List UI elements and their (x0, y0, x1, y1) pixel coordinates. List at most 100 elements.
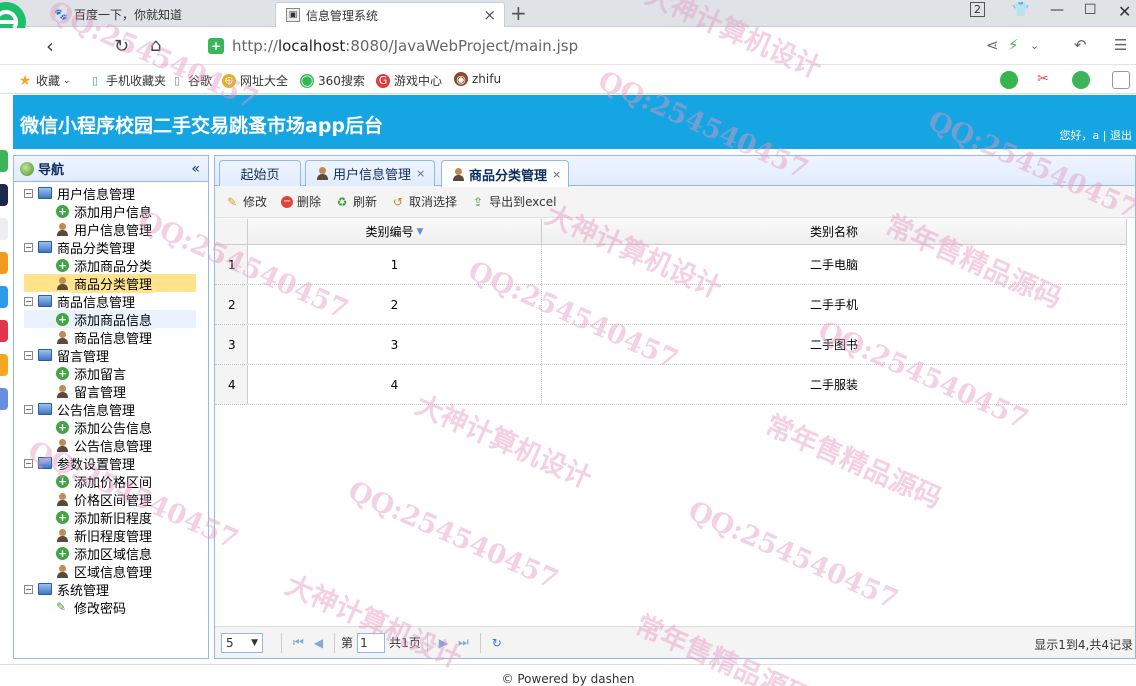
menu-icon[interactable]: ☰ (1114, 36, 1127, 54)
tab-count-badge[interactable]: 2 (970, 2, 985, 17)
edit-button[interactable]: ✎ 修改 (225, 193, 267, 210)
close-tab-icon[interactable]: × (483, 6, 496, 24)
first-page-icon[interactable]: ⏮ (293, 635, 304, 650)
cancel-select-button[interactable]: ↺ 取消选择 (391, 193, 457, 210)
collapse-node-icon[interactable]: − (24, 296, 33, 306)
page-size-select[interactable]: 5 ▼ (221, 632, 263, 653)
tree-item-condition-manage[interactable]: 新旧程度管理 (24, 526, 208, 545)
row-number: 3 (215, 325, 248, 364)
lightning-icon[interactable]: ⚡ (1008, 36, 1019, 54)
tree-group-message[interactable]: − 留言管理 (24, 346, 208, 365)
tree-item-product-manage[interactable]: 商品信息管理 (24, 328, 208, 347)
tree-group-product[interactable]: − 商品信息管理 (24, 292, 208, 311)
wechat-extension-icon[interactable] (1000, 71, 1018, 89)
cell-name: 二手手机 (542, 285, 1127, 324)
next-page-icon[interactable]: ▶ (439, 636, 448, 650)
tree-group-system[interactable]: − 系统管理 (24, 580, 208, 599)
skin-icon[interactable]: 👕 (1012, 2, 1029, 18)
bookmark-zhifu[interactable]: ◉ zhifu (454, 72, 501, 86)
tree-item-add-product[interactable]: + 添加商品信息 (24, 309, 196, 329)
computer-icon (38, 241, 52, 253)
tree-item-add-price-range[interactable]: + 添加价格区间 (24, 472, 208, 491)
cell-id: 4 (248, 365, 542, 404)
collapse-node-icon[interactable]: − (24, 458, 33, 468)
reload-icon[interactable]: ↻ (492, 636, 502, 650)
tab-home[interactable]: 起始页 (219, 160, 301, 186)
table-row[interactable]: 3 3 二手图书 (215, 325, 1127, 365)
nav-panel-header: 导航 « (14, 156, 208, 182)
page-number-input[interactable]: 1 (357, 632, 386, 653)
wallet-extension-icon[interactable] (1072, 71, 1090, 89)
collapse-panel-icon[interactable]: « (191, 161, 200, 177)
refresh-button[interactable]: ♻ 刷新 (335, 193, 377, 210)
table-row[interactable]: 2 2 二手手机 (215, 285, 1127, 325)
tree-group-category[interactable]: − 商品分类管理 (24, 238, 208, 257)
cell-id: 2 (248, 285, 542, 324)
tree-group-user[interactable]: − 用户信息管理 (24, 184, 208, 203)
prev-page-icon[interactable]: ◀ (314, 636, 323, 650)
column-header-name[interactable]: 类别名称 (542, 219, 1127, 244)
collapse-node-icon[interactable]: − (24, 404, 33, 414)
minimize-icon[interactable]: — (1050, 2, 1064, 18)
tree-group-notice[interactable]: − 公告信息管理 (24, 400, 208, 419)
tree-item-region-manage[interactable]: 区域信息管理 (24, 562, 208, 581)
tree-item-notice-manage[interactable]: 公告信息管理 (24, 436, 208, 455)
user-icon (316, 167, 329, 180)
browser-tab-active[interactable]: ▣ 信息管理系统 × (275, 2, 505, 27)
share-icon[interactable]: ⋖ (986, 36, 999, 54)
tree-item-add-category[interactable]: + 添加商品分类 (24, 256, 208, 275)
bookmark-favorites[interactable]: ★ 收藏 ⌄ (18, 72, 71, 89)
collapse-node-icon[interactable]: − (24, 188, 33, 198)
bookmark-google[interactable]: ▯ 谷歌 (170, 72, 212, 89)
tab-category-manage[interactable]: 商品分类管理 × (441, 160, 569, 187)
new-tab-button[interactable]: + (510, 1, 527, 25)
scissors-extension-icon[interactable]: ✂ (1034, 71, 1052, 89)
tree-item-category-manage[interactable]: 商品分类管理 (24, 273, 196, 293)
tree-item-add-region[interactable]: + 添加区域信息 (24, 544, 208, 563)
tree-item-add-notice[interactable]: + 添加公告信息 (24, 418, 208, 437)
tree-item-add-condition[interactable]: + 添加新旧程度 (24, 508, 208, 527)
bookmark-360-search[interactable]: ◯ 360搜索 (300, 72, 365, 89)
tree-item-user-manage[interactable]: 用户信息管理 (24, 220, 208, 239)
edit-icon: ✎ (226, 194, 238, 209)
close-window-icon[interactable]: ✕ (1118, 2, 1131, 21)
maximize-icon[interactable]: ☐ (1084, 2, 1097, 18)
sort-desc-icon: ▼ (416, 226, 424, 237)
tree-item-change-password[interactable]: ✎ 修改密码 (24, 598, 208, 617)
tree-item-add-user[interactable]: + 添加用户信息 (24, 202, 208, 221)
bookmark-site-nav[interactable]: ⊕ 网址大全 (222, 72, 288, 89)
apps-extension-icon[interactable] (1112, 71, 1130, 89)
add-icon: + (56, 366, 69, 380)
url-field[interactable]: + http://localhost:8080/JavaWebProject/m… (208, 33, 968, 59)
close-tab-icon[interactable]: × (416, 167, 425, 180)
collapse-node-icon[interactable]: − (24, 584, 33, 594)
home-icon[interactable]: ⌂ (150, 35, 161, 56)
address-bar: ‹ ↻ ⌂ + http://localhost:8080/JavaWebPro… (0, 28, 1136, 65)
bookmark-games[interactable]: G 游戏中心 (376, 72, 442, 89)
footer-text: © Powered by dashen (501, 672, 635, 686)
chevron-down-icon: ▼ (251, 637, 258, 648)
table-row[interactable]: 4 4 二手服装 (215, 365, 1127, 405)
tree-item-message-manage[interactable]: 留言管理 (24, 382, 208, 401)
column-header-id[interactable]: 类别编号 ▼ (248, 219, 542, 244)
table-row[interactable]: 1 1 二手电脑 (215, 245, 1127, 285)
tree-item-price-range-manage[interactable]: 价格区间管理 (24, 490, 208, 509)
tab-user-manage[interactable]: 用户信息管理 × (305, 160, 435, 186)
delete-button[interactable]: − 删除 (281, 193, 321, 210)
back-icon[interactable]: ‹ (46, 34, 54, 58)
last-page-icon[interactable]: ⏭ (458, 635, 469, 650)
undo-icon[interactable]: ↶ (1074, 36, 1087, 54)
logout-link[interactable]: 退出 (1110, 129, 1132, 142)
export-excel-button[interactable]: ⇪ 导出到excel (471, 193, 556, 210)
data-grid: 类别编号 ▼ 类别名称 1 1 二手电脑 2 2 二手手机 3 3 二手图书 4 … (215, 219, 1127, 405)
close-tab-icon[interactable]: × (552, 168, 561, 181)
chevron-down-icon[interactable]: ⌄ (1030, 39, 1039, 52)
bookmark-mobile[interactable]: ▯ 手机收藏夹 (88, 72, 166, 89)
tree-group-params[interactable]: − 参数设置管理 (24, 454, 208, 473)
browser-tab-baidu[interactable]: 🐾 百度一下，你就知道 (44, 2, 266, 27)
collapse-node-icon[interactable]: − (24, 242, 33, 252)
add-icon: + (56, 258, 69, 272)
reload-icon[interactable]: ↻ (114, 36, 129, 57)
collapse-node-icon[interactable]: − (24, 350, 33, 360)
tree-item-add-message[interactable]: + 添加留言 (24, 364, 208, 383)
